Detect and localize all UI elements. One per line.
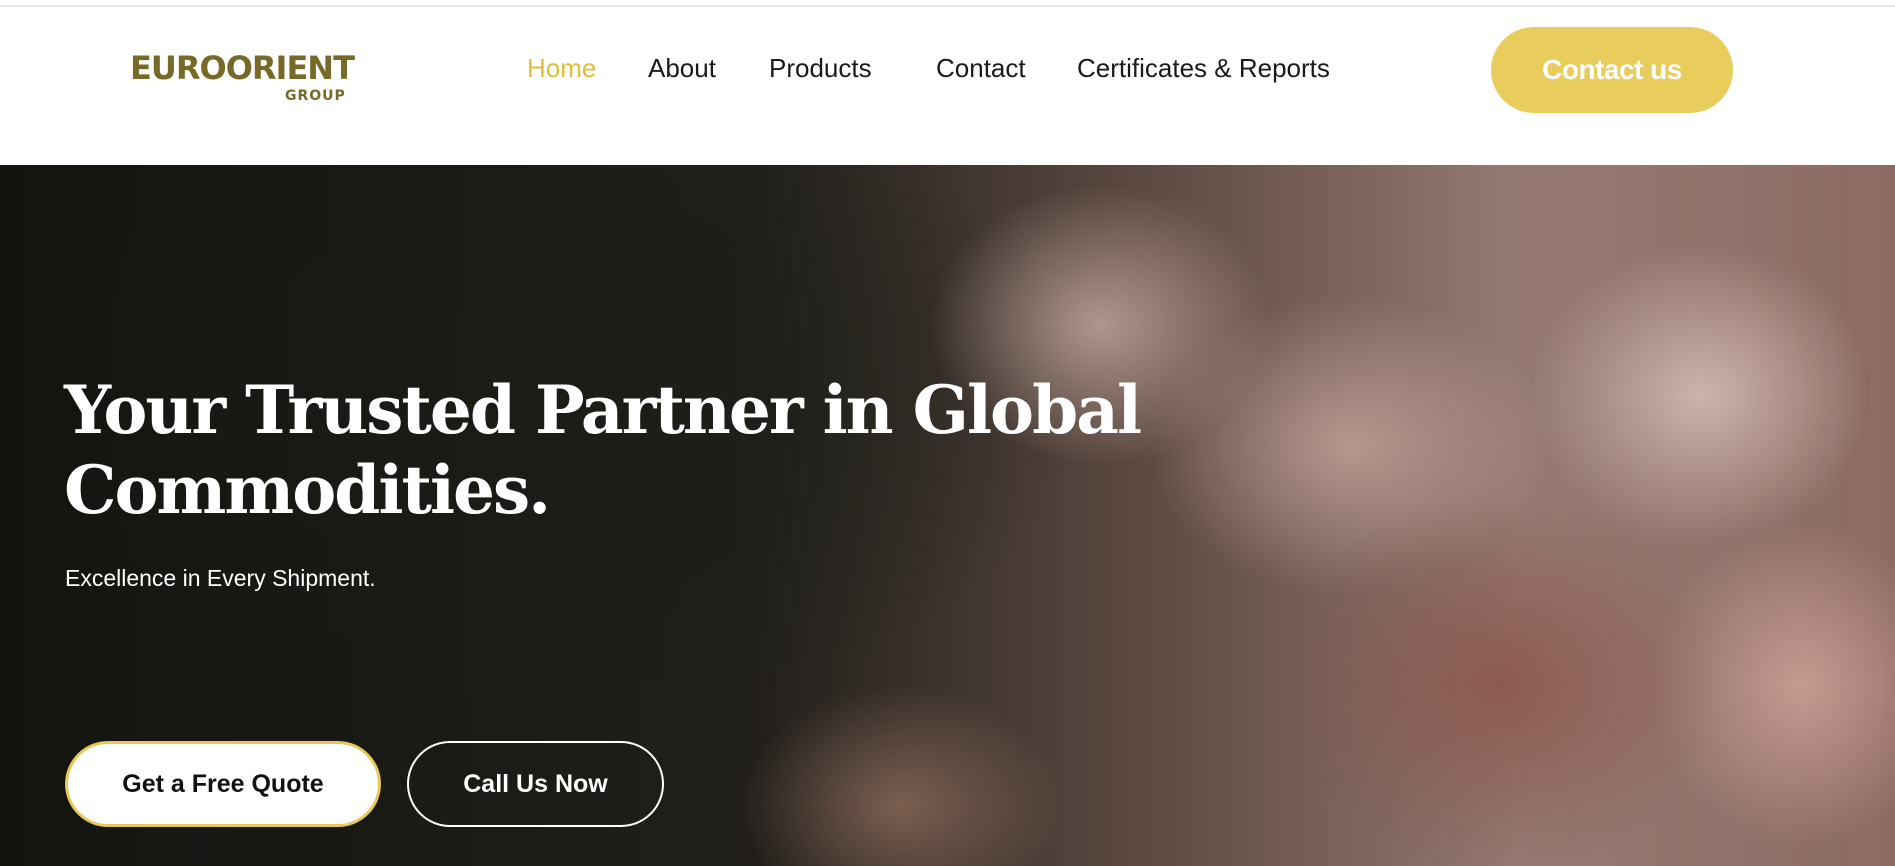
get-free-quote-button[interactable]: Get a Free Quote <box>65 741 381 827</box>
call-us-now-button[interactable]: Call Us Now <box>407 741 664 827</box>
nav-item-products[interactable]: Products <box>769 53 872 84</box>
nav-item-contact[interactable]: Contact <box>936 53 1026 84</box>
hero-title-line1: Your Trusted Partner in Global <box>64 371 1142 449</box>
logo-wordmark: EUROORIENT <box>130 49 355 87</box>
logo[interactable]: EUROORIENT GROUP <box>130 49 355 109</box>
site-header: EUROORIENT GROUP Home About Products Con… <box>0 7 1895 165</box>
hero-subtitle: Excellence in Every Shipment. <box>65 565 376 591</box>
hero-title: Your Trusted Partner in Global Commoditi… <box>64 370 1164 530</box>
logo-subtext: GROUP <box>285 88 346 104</box>
nav-item-about[interactable]: About <box>648 53 716 84</box>
nav-item-certificates[interactable]: Certificates & Reports <box>1077 53 1330 84</box>
contact-us-button[interactable]: Contact us <box>1491 27 1733 113</box>
hero-section: Your Trusted Partner in Global Commoditi… <box>0 165 1895 866</box>
hero-title-line2: Commodities. <box>64 451 551 529</box>
nav-item-home[interactable]: Home <box>527 53 596 84</box>
